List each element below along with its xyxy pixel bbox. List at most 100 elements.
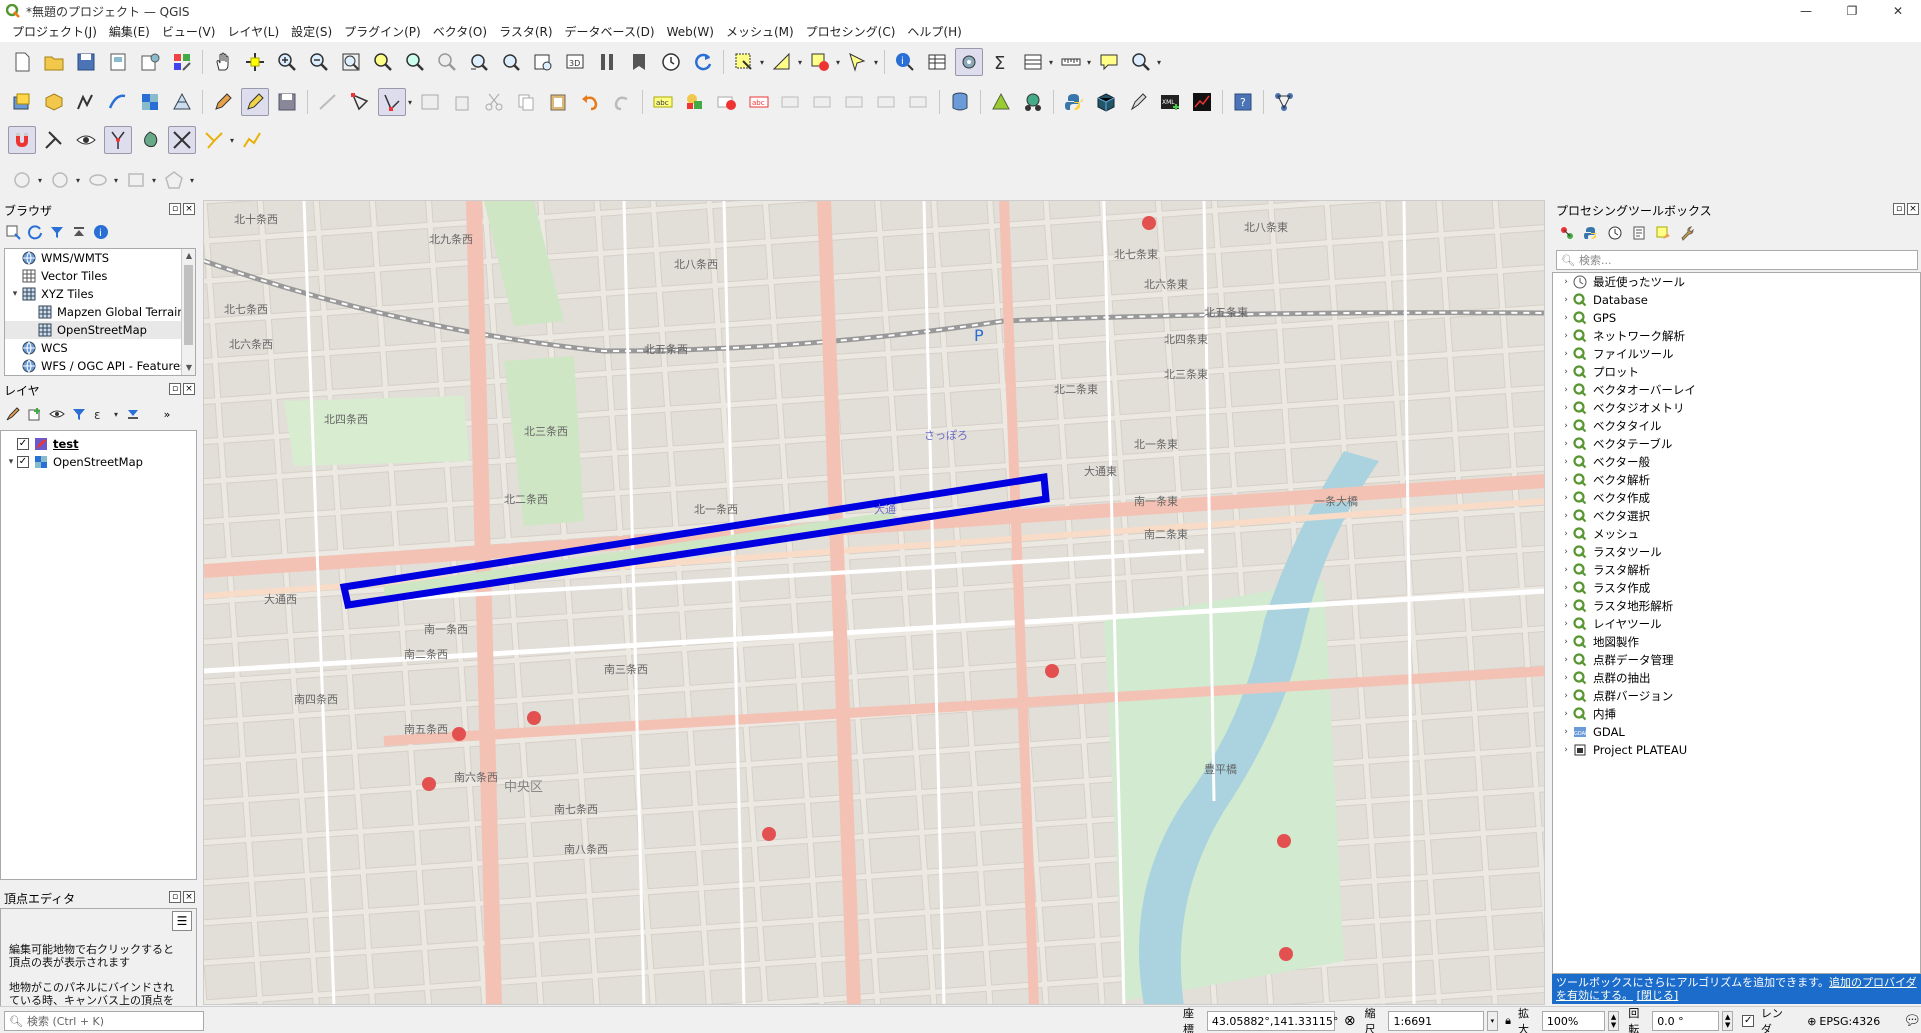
chevron-down-icon[interactable]: ▾: [834, 48, 842, 76]
processing-provider-item[interactable]: › 内挿: [1553, 705, 1920, 723]
digitize-circle2-icon[interactable]: [46, 166, 74, 194]
locator-search-input[interactable]: 🔍︎ 検索 (Ctrl + K): [4, 1011, 204, 1031]
zoom-full-icon[interactable]: [337, 48, 365, 76]
save-edits-icon[interactable]: [273, 88, 301, 116]
chevron-right-icon[interactable]: ›: [1559, 637, 1573, 647]
render-checkbox[interactable]: ✓: [1742, 1015, 1754, 1027]
history-icon[interactable]: [1606, 224, 1624, 242]
identify-icon[interactable]: i: [891, 48, 919, 76]
processing-provider-item[interactable]: › ラスタ地形解析: [1553, 597, 1920, 615]
browser-item-wcs[interactable]: WCS: [5, 339, 195, 357]
zoom-to-selection-icon[interactable]: [369, 48, 397, 76]
processing-provider-item[interactable]: › ベクタ作成: [1553, 489, 1920, 507]
banner-close-link[interactable]: [閉じる]: [1637, 989, 1679, 1002]
info-icon[interactable]: i: [92, 223, 110, 241]
refresh-icon[interactable]: [26, 223, 44, 241]
redo-icon[interactable]: [608, 88, 636, 116]
chevron-right-icon[interactable]: ›: [1559, 277, 1573, 287]
menu-raster[interactable]: ラスタ(R): [493, 22, 558, 42]
undo-icon[interactable]: [576, 88, 604, 116]
layer-item-openstreetmap[interactable]: ▾ ✓ OpenStreetMap: [1, 453, 196, 471]
minimize-button[interactable]: —: [1783, 0, 1829, 22]
close-icon[interactable]: ×: [1907, 203, 1919, 215]
processing-provider-item[interactable]: › 地図製作: [1553, 633, 1920, 651]
processing-provider-item[interactable]: › ベクタ選択: [1553, 507, 1920, 525]
chevron-right-icon[interactable]: ›: [1559, 493, 1573, 503]
browser-scrollbar[interactable]: ▲ ▼: [181, 249, 195, 375]
menu-web[interactable]: Web(W): [661, 22, 720, 42]
chevron-right-icon[interactable]: ›: [1559, 691, 1573, 701]
chevron-down-icon[interactable]: ▾: [1085, 48, 1093, 76]
snap-vertex-icon[interactable]: [104, 126, 132, 154]
snap-options-icon[interactable]: [200, 126, 228, 154]
processing-provider-item[interactable]: › ラスタ解析: [1553, 561, 1920, 579]
processing-provider-item[interactable]: › プロット: [1553, 363, 1920, 381]
crs-globe-icon[interactable]: ⊕: [1807, 1015, 1816, 1028]
undock-icon[interactable]: ▫: [169, 203, 181, 215]
menu-view[interactable]: ビュー(V): [156, 22, 222, 42]
chevron-down-icon[interactable]: ▾: [872, 48, 880, 76]
snap-segment-icon[interactable]: [136, 126, 164, 154]
chevron-right-icon[interactable]: ›: [1559, 403, 1573, 413]
processing-provider-item[interactable]: › ラスタツール: [1553, 543, 1920, 561]
processing-provider-item[interactable]: › ベクタテーブル: [1553, 435, 1920, 453]
browser-item-vector-tiles[interactable]: Vector Tiles: [5, 267, 195, 285]
select-location-icon[interactable]: [844, 48, 872, 76]
temporal-controller-icon[interactable]: [593, 48, 621, 76]
chevron-right-icon[interactable]: ›: [1559, 457, 1573, 467]
pan-tool-icon[interactable]: [209, 48, 237, 76]
processing-provider-item[interactable]: › メッシュ: [1553, 525, 1920, 543]
zoom-search-icon[interactable]: [1127, 48, 1155, 76]
chevron-right-icon[interactable]: ›: [1559, 601, 1573, 611]
chevron-down-icon[interactable]: ▾: [406, 88, 414, 116]
scroll-up-icon[interactable]: ▲: [182, 249, 195, 263]
scroll-down-icon[interactable]: ▼: [182, 361, 195, 375]
move-label-icon[interactable]: [777, 88, 805, 116]
snapping-magnet-icon[interactable]: [8, 126, 36, 154]
expand-all-icon[interactable]: [124, 405, 142, 423]
browser-item-openstreetmap[interactable]: OpenStreetMap: [5, 321, 195, 339]
chevron-right-icon[interactable]: ›: [1559, 421, 1573, 431]
add-line-feature-icon[interactable]: [314, 88, 342, 116]
chevron-right-icon[interactable]: ›: [1559, 727, 1573, 737]
digitize-polygon-icon[interactable]: [160, 166, 188, 194]
chevron-down-icon[interactable]: ▾: [188, 166, 196, 194]
chevron-right-icon[interactable]: ›: [1559, 673, 1573, 683]
chevron-right-icon[interactable]: ›: [1559, 583, 1573, 593]
chevron-right-icon[interactable]: ›: [1559, 385, 1573, 395]
help-icon[interactable]: ?: [1229, 88, 1257, 116]
save-project-button[interactable]: [72, 48, 100, 76]
chevron-down-icon[interactable]: ▾: [1047, 48, 1055, 76]
label-tool-icon[interactable]: abc: [649, 88, 677, 116]
collapse-all-icon[interactable]: [70, 223, 88, 241]
results-viewer-icon[interactable]: [1630, 224, 1648, 242]
chevron-down-icon[interactable]: ▾: [5, 457, 17, 467]
chevron-down-icon[interactable]: ▾: [1155, 48, 1163, 76]
layout-manager-button[interactable]: [136, 48, 164, 76]
open-table-icon[interactable]: [1019, 48, 1047, 76]
chevron-down-icon[interactable]: ▾: [74, 166, 82, 194]
coordinate-field[interactable]: 43.05882°,141.33115°: [1206, 1011, 1338, 1031]
label-history-icon[interactable]: [905, 88, 933, 116]
chevron-down-icon[interactable]: ▾: [36, 166, 44, 194]
processing-provider-item[interactable]: › 点群の抽出: [1553, 669, 1920, 687]
maximize-button[interactable]: ❐: [1829, 0, 1875, 22]
style-manager-button[interactable]: [168, 48, 196, 76]
plugin-network-icon[interactable]: [1270, 88, 1298, 116]
processing-provider-item[interactable]: › ベクタ解析: [1553, 471, 1920, 489]
chevron-right-icon[interactable]: ›: [1559, 367, 1573, 377]
rotation-spinner[interactable]: ▲ ▼: [1721, 1011, 1734, 1031]
chevron-down-icon[interactable]: ▾: [112, 166, 120, 194]
browser-item-wfs[interactable]: WFS / OGC API - Features: [5, 357, 195, 375]
chevron-right-icon[interactable]: ›: [1559, 475, 1573, 485]
select-features-icon[interactable]: [730, 48, 758, 76]
zoom-field[interactable]: 100%: [1541, 1011, 1605, 1031]
vertex-tool-active-icon[interactable]: [378, 88, 406, 116]
chevron-right-icon[interactable]: ›: [1559, 295, 1573, 305]
close-button[interactable]: ✕: [1875, 0, 1921, 22]
processing-provider-item[interactable]: › 最近使ったツール: [1553, 273, 1920, 291]
chevron-down-icon[interactable]: ▾: [150, 166, 158, 194]
coordinate-toggle-icon[interactable]: ⊗: [1344, 1013, 1356, 1029]
statistics-sigma-icon[interactable]: Σ: [987, 48, 1015, 76]
show-hide-labels-icon[interactable]: abc: [745, 88, 773, 116]
